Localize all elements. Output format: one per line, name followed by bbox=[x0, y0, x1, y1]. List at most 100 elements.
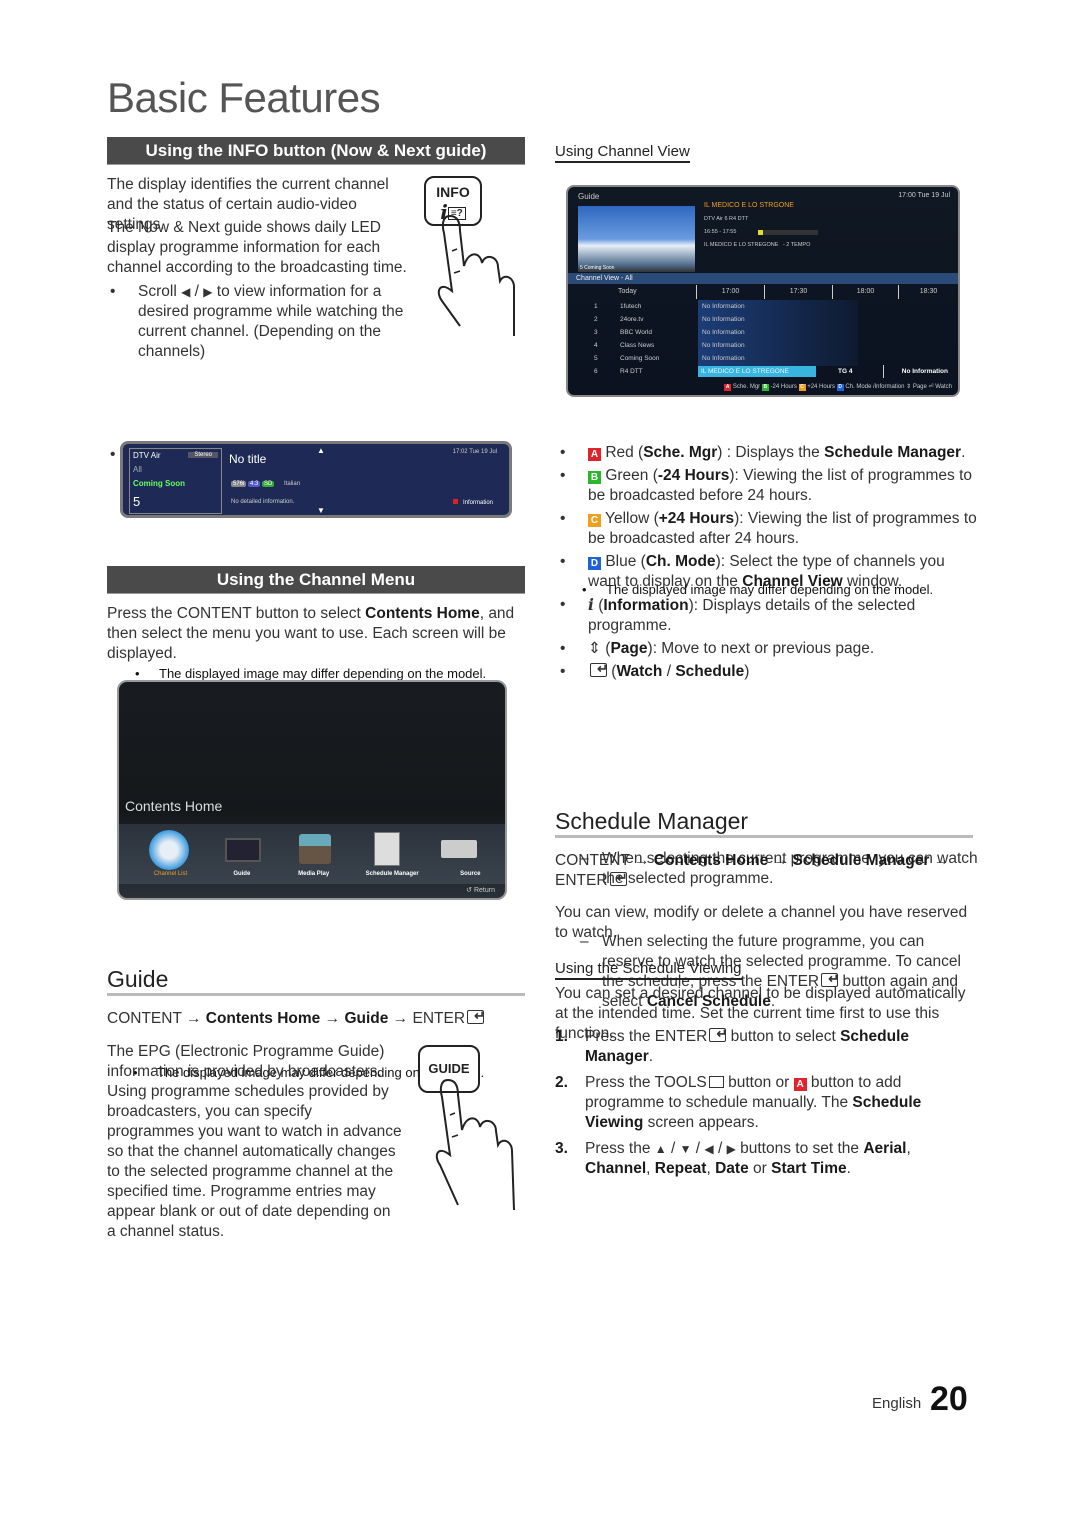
setting-aerial: Aerial bbox=[863, 1140, 907, 1157]
media-play-icon[interactable] bbox=[299, 834, 331, 864]
para-bold: Contents Home bbox=[365, 605, 480, 622]
step-number: 3. bbox=[555, 1140, 568, 1157]
path-schedule-manager: Schedule Manager bbox=[792, 852, 930, 869]
source-icon[interactable] bbox=[441, 840, 477, 858]
channel-name: 1futech bbox=[620, 303, 642, 310]
down-arrow-icon: ▼ bbox=[679, 1142, 692, 1156]
selected-program[interactable]: IL MEDICO E LO STREGONE bbox=[698, 366, 816, 377]
item-bold: Sche. Mgr bbox=[643, 444, 718, 461]
item-bold: Watch bbox=[616, 663, 663, 680]
channel-number: 5 bbox=[594, 355, 598, 362]
info-remote-illustration: INFO i ≡? bbox=[420, 176, 520, 336]
menu-item-schedule-manager[interactable]: Schedule Manager bbox=[366, 871, 419, 877]
note-text: The displayed image may differ depending… bbox=[159, 666, 487, 681]
screen-source: DTV Air bbox=[133, 451, 161, 460]
menu-item-media-play[interactable]: Media Play bbox=[262, 871, 366, 877]
channel-row[interactable]: 4 Class News No Information bbox=[568, 339, 958, 352]
channel-row[interactable]: 6 R4 DTT IL MEDICO E LO STREGONE TG 4 No Inf… bbox=[568, 365, 958, 378]
screen-language: Italian bbox=[284, 481, 301, 487]
channel-program: No Information bbox=[702, 316, 745, 323]
bullet-dot: • bbox=[560, 596, 566, 613]
tools-icon bbox=[708, 1076, 724, 1088]
channel-row[interactable]: 2 24ore.tv No Information bbox=[568, 313, 958, 326]
page-updown-icon: ⇕ bbox=[906, 384, 912, 390]
enter-small-icon: ⏎ bbox=[928, 384, 934, 390]
step-pre: Press the bbox=[585, 1074, 651, 1091]
program-channel-info: DTV Air 6 R4 DTT bbox=[704, 216, 749, 222]
program-progress-bar bbox=[758, 230, 818, 235]
step-2: 2. Press the TOOLS button or A button to… bbox=[555, 1073, 975, 1133]
channel-program-later[interactable]: No Information bbox=[882, 365, 948, 378]
schedule-steps: 1. Press the ENTER button to select Sche… bbox=[555, 1024, 975, 1179]
item-post2: . bbox=[961, 444, 966, 461]
step-tools: TOOLS bbox=[654, 1074, 707, 1091]
red-a-key-icon: A bbox=[724, 384, 732, 391]
path-contents-home: Contents Home bbox=[653, 852, 769, 869]
channel-name: BBC World bbox=[620, 329, 653, 336]
info-note: • The displayed image may differ dependin… bbox=[135, 666, 525, 681]
item-post: ): Move to next or previous page. bbox=[647, 640, 875, 657]
channel-row[interactable]: 5 Coming Soon No Information bbox=[568, 352, 958, 365]
bullet-dot: • bbox=[560, 640, 566, 657]
item-bold: Ch. Mode bbox=[645, 553, 716, 570]
channel-program-next[interactable]: TG 4 bbox=[838, 365, 852, 378]
bullet1-post: to view information for a desired progra… bbox=[138, 283, 404, 360]
legend-d: Ch. Mode bbox=[845, 384, 872, 390]
time-header-today: Today bbox=[618, 288, 637, 295]
legend-a: Sche. Mgr bbox=[732, 384, 761, 390]
schedule-manager-path: CONTENT → Contents Home → Schedule Manag… bbox=[555, 851, 955, 891]
time-header-1800: 18:00 bbox=[832, 285, 898, 299]
step-enter: ENTER bbox=[654, 1028, 708, 1045]
info-bullet-1: • Scroll ◀ / ▶ to view information for a… bbox=[110, 283, 404, 360]
legend-watch: Watch bbox=[935, 384, 952, 390]
legend-b: -24 Hours bbox=[770, 384, 797, 390]
step-post: buttons to set the bbox=[740, 1140, 860, 1157]
page-title: Basic Features bbox=[107, 74, 381, 121]
setting-start-time: Start Time bbox=[771, 1160, 847, 1177]
item-pre: Yellow ( bbox=[605, 510, 659, 527]
red-key-icon bbox=[452, 499, 458, 504]
hand-pointing-icon bbox=[435, 1079, 515, 1211]
step-3: 3. Press the ▲ / ▼ / ◀ / ▶ buttons to se… bbox=[555, 1140, 911, 1177]
program-episode: IL MEDICO E LO STREGONE - 2 TEMPO bbox=[704, 242, 811, 248]
item-pre: Blue ( bbox=[605, 553, 646, 570]
schedule-manager-para: You can view, modify or delete a channel… bbox=[555, 904, 968, 941]
channel-number: 6 bbox=[594, 368, 598, 375]
menu-items: Channel List Guide Media Play Schedule M… bbox=[119, 871, 505, 877]
green-b-key-icon: B bbox=[588, 471, 601, 484]
path-content: CONTENT bbox=[107, 1010, 182, 1027]
yellow-c-key-icon: C bbox=[588, 514, 601, 527]
enter-icon bbox=[467, 1006, 485, 1026]
menu-item-source[interactable]: Source bbox=[406, 871, 505, 877]
information-item: • i (Information): Displays details of t… bbox=[560, 595, 916, 634]
item-post2: window. bbox=[842, 573, 903, 590]
satellite-dish-icon[interactable] bbox=[149, 830, 189, 870]
guide-tv-icon[interactable] bbox=[225, 838, 261, 862]
item-bold2: Schedule Manager bbox=[824, 444, 962, 461]
schedule-manager-icon[interactable] bbox=[374, 832, 400, 866]
step-pre: Press the bbox=[585, 1028, 651, 1045]
step-post: button to select bbox=[730, 1028, 836, 1045]
bullet-dot: • bbox=[135, 666, 140, 681]
menu-item-channel-list[interactable]: Channel List bbox=[119, 871, 222, 877]
channel-row[interactable]: 3 BBC World No Information bbox=[568, 326, 958, 339]
bullet-dot: • bbox=[110, 283, 116, 300]
channel-row[interactable]: 1 1futech No Information bbox=[568, 300, 958, 313]
info-screen: DTV Air Stereo All Coming Soon 5 No titl… bbox=[120, 441, 512, 518]
bullet-dot: • bbox=[560, 444, 566, 461]
guide-datetime: 17:00 Tue 19 Jul bbox=[898, 192, 950, 199]
bullet-dot: • bbox=[560, 510, 566, 527]
return-label: Return bbox=[473, 887, 495, 894]
badge-aspect: 4:3 bbox=[248, 481, 261, 487]
screen-datetime: 17:02 Tue 19 Jul bbox=[452, 449, 497, 455]
screen-sound: Stereo bbox=[188, 452, 218, 458]
program-title: IL MEDICO E LO STRGONE bbox=[704, 202, 794, 209]
guide-path: CONTENT → Contents Home → Guide → ENTER bbox=[107, 1006, 525, 1029]
info-section-header: Using the INFO button (Now & Next guide) bbox=[107, 137, 525, 165]
path-guide: Guide bbox=[344, 1010, 389, 1027]
return-button[interactable]: ↺ Return bbox=[466, 886, 495, 894]
screen-title: No title bbox=[229, 452, 267, 466]
screen-badges: 576i 4:3 SD Italian bbox=[231, 481, 300, 487]
item-post: ) : Displays the bbox=[717, 444, 825, 461]
menu-item-guide[interactable]: Guide bbox=[222, 871, 262, 877]
